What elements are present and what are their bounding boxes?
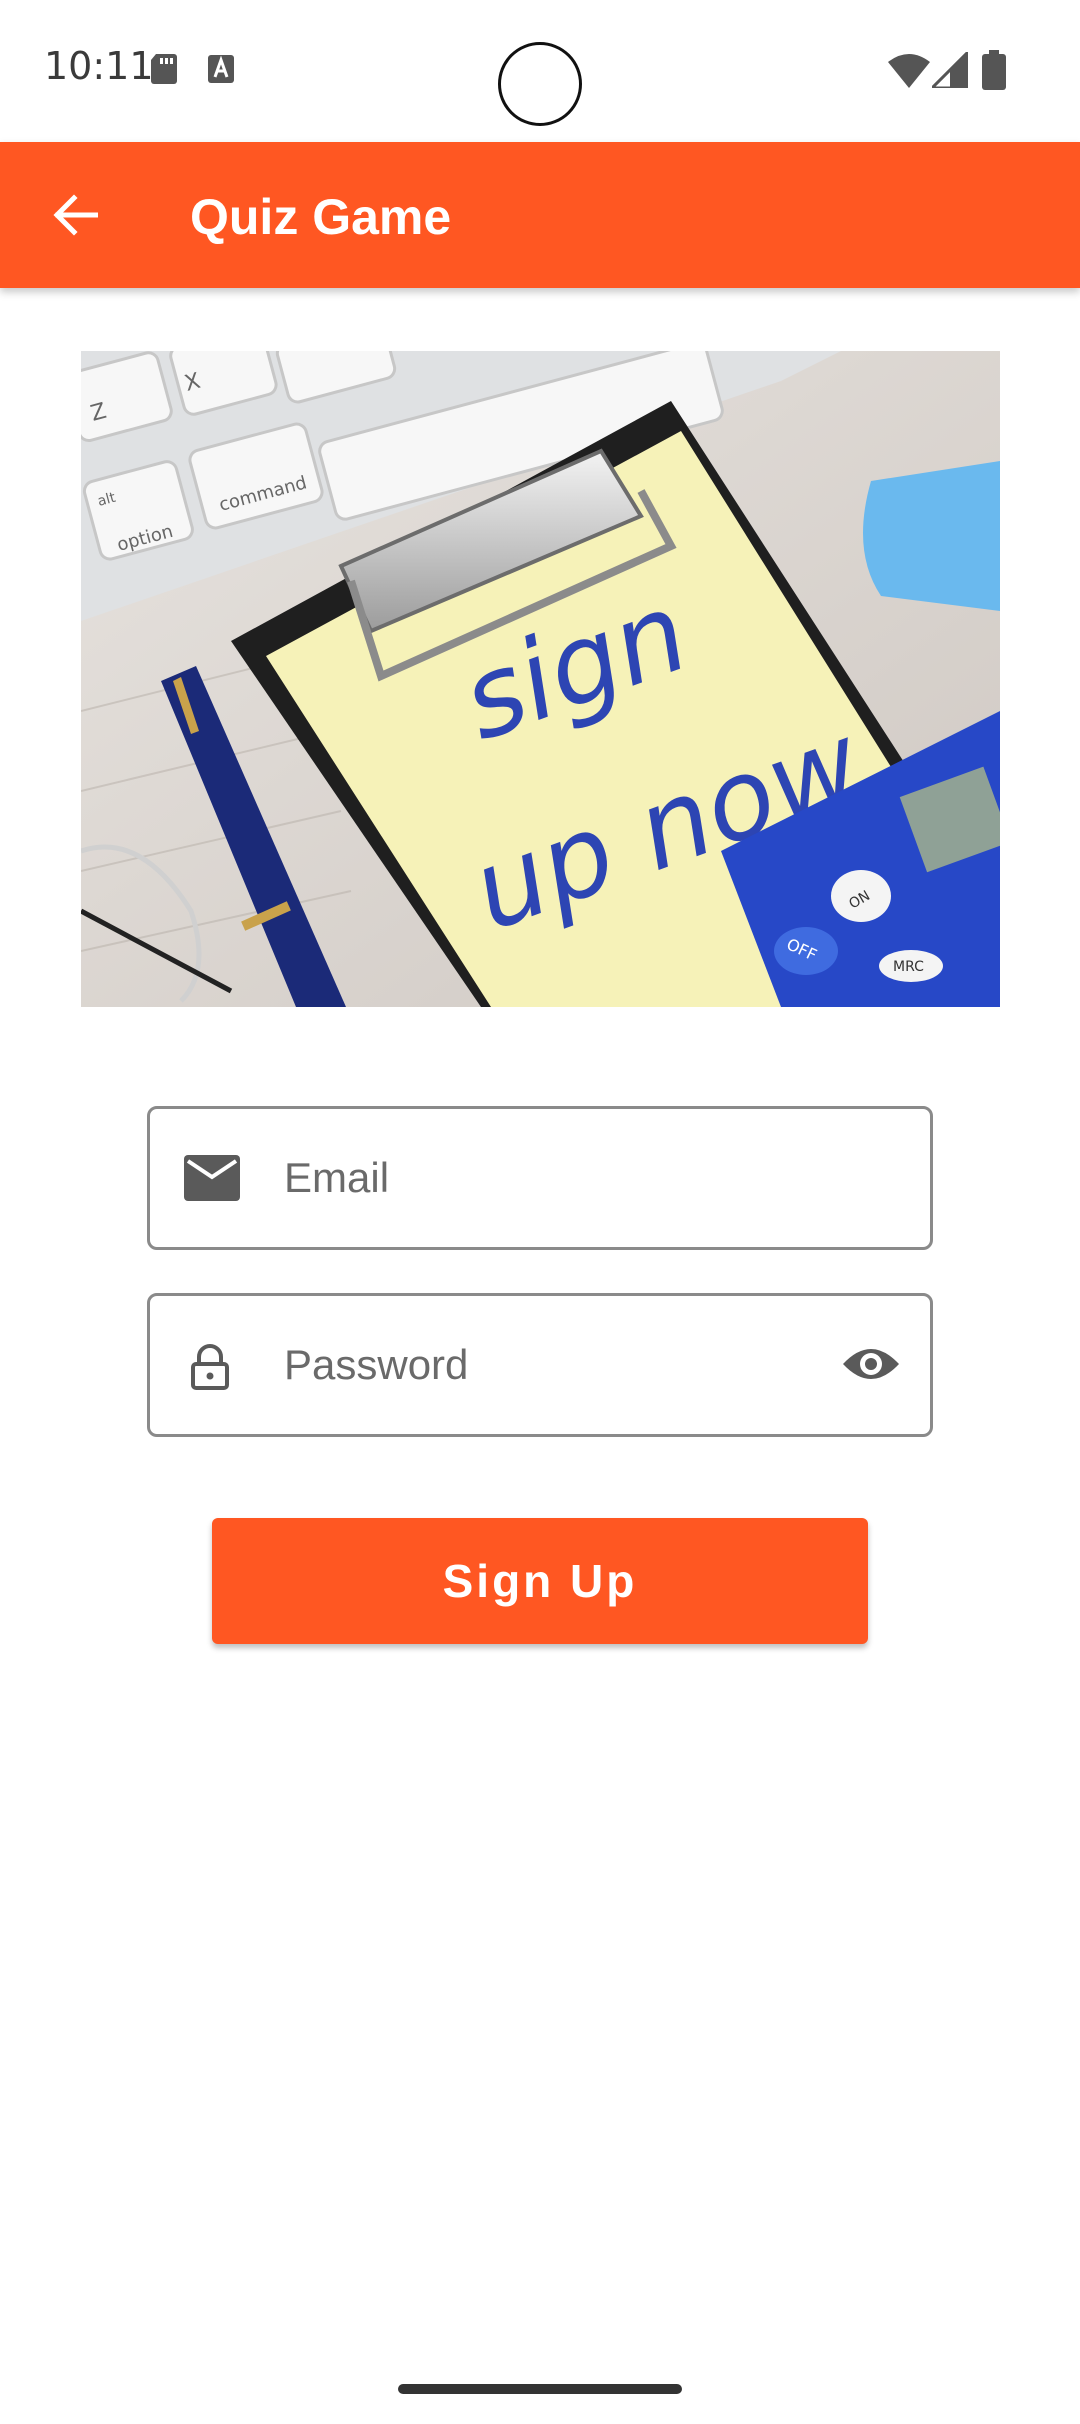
lock-icon [191, 1344, 229, 1390]
password-input[interactable] [284, 1296, 844, 1434]
status-bar: 10:11 [0, 0, 1080, 142]
signal-icon [932, 52, 968, 88]
app-bar: Quiz Game [0, 142, 1080, 288]
password-field[interactable] [147, 1293, 933, 1437]
email-field[interactable] [147, 1106, 933, 1250]
eye-icon [843, 1349, 899, 1379]
wifi-icon [888, 54, 930, 88]
password-visibility-toggle[interactable] [840, 1336, 902, 1392]
status-time: 10:11 [44, 44, 154, 88]
hero-image: Z X alt option command sign up now ON OF… [81, 351, 1000, 1007]
svg-text:MRC: MRC [893, 959, 924, 975]
home-indicator[interactable] [398, 2384, 682, 2394]
sign-up-illustration: Z X alt option command sign up now ON OF… [81, 351, 1000, 1007]
battery-icon [982, 50, 1006, 90]
mail-icon [184, 1155, 240, 1201]
sd-card-icon [151, 54, 177, 84]
camera-cutout [498, 42, 582, 126]
email-input[interactable] [284, 1109, 844, 1247]
page-title: Quiz Game [190, 189, 452, 245]
text-a-icon [208, 55, 234, 83]
arrow-back-icon [53, 194, 98, 236]
sign-up-button[interactable]: Sign Up [212, 1518, 868, 1644]
back-button[interactable] [40, 180, 110, 250]
